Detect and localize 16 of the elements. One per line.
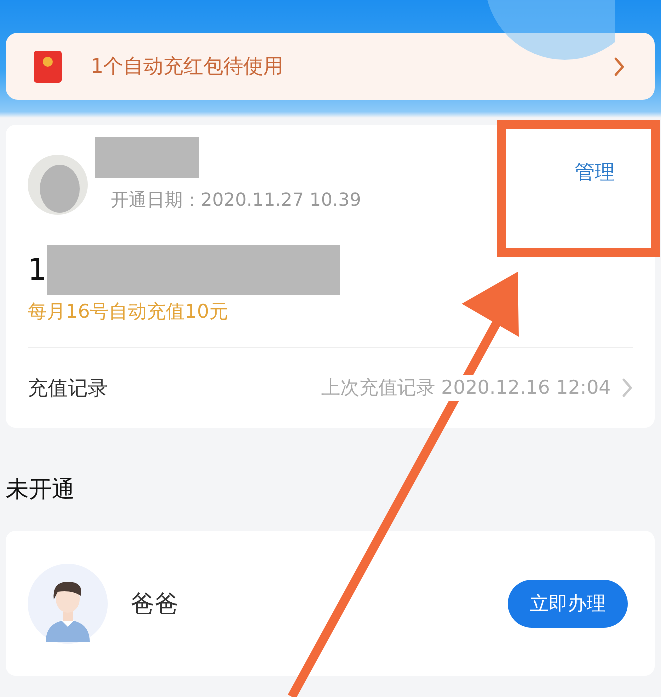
apply-button[interactable]: 立即办理: [508, 580, 628, 628]
chevron-icon: [613, 56, 625, 76]
last-record: 上次充值记录 2020.12.16 12:04: [321, 375, 611, 401]
section-title: 未开通: [6, 476, 76, 504]
phone-number: 1: [28, 252, 48, 288]
coupon-banner[interactable]: 1个自动充红包待使用: [6, 33, 655, 100]
chevron-icon: [621, 378, 633, 398]
person-avatar-icon: [28, 564, 108, 644]
record-label: 充值记录: [28, 374, 109, 402]
envelope-icon: [33, 50, 63, 84]
avatar-icon: [28, 155, 88, 215]
member-name: 爸爸: [131, 588, 180, 620]
banner-text: 1个自动充红包待使用: [91, 53, 285, 80]
recharge-record-row[interactable]: 充值记录 上次充值记录 2020.12.16 12:04: [28, 348, 633, 428]
open-date: 开通日期：2020.11.27 10.39: [111, 189, 362, 212]
manage-link[interactable]: 管理: [575, 159, 615, 186]
